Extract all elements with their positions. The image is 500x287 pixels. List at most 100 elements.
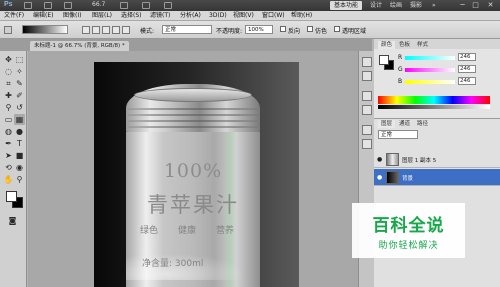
gray-ramp[interactable]	[378, 105, 490, 109]
tab-color[interactable]: 颜色	[378, 41, 396, 49]
bridge-icon[interactable]	[24, 2, 32, 9]
crop-tool-icon[interactable]: ⌗	[3, 78, 14, 89]
brush-panel-icon[interactable]	[362, 91, 372, 101]
eraser-tool-icon[interactable]: ▭	[3, 114, 14, 125]
transparency-checkbox[interactable]	[334, 26, 340, 32]
layer-row-selected[interactable]: ● 背景	[374, 169, 500, 186]
workspace-essentials[interactable]: 基本功能	[330, 1, 363, 10]
menu-filter[interactable]: 滤镜(T)	[150, 12, 170, 20]
channel-b-label: B	[398, 78, 403, 85]
channel-r-slider[interactable]	[405, 56, 455, 60]
workspace-more[interactable]: »	[428, 1, 440, 10]
menu-3d[interactable]: 3D(D)	[209, 12, 227, 20]
visibility-eye-icon[interactable]: ●	[377, 174, 382, 181]
tab-channels[interactable]: 通道	[396, 120, 413, 128]
tool-preset-icon[interactable]	[4, 26, 12, 34]
zoom-tool-icon[interactable]: ⚲	[14, 174, 25, 185]
gradient-tool-icon[interactable]: ▦	[14, 114, 25, 125]
screen-mode-icon[interactable]	[164, 2, 172, 9]
gradient-picker[interactable]	[22, 25, 68, 34]
title-bar: Ps 66.7 基本功能 设计 绘画 摄影 » ─ □ ✕	[0, 0, 500, 11]
channel-g-value[interactable]: 246	[458, 65, 476, 73]
clone-stamp-icon[interactable]: ⚲	[3, 102, 14, 113]
zoom-level[interactable]: 66.7	[92, 1, 105, 8]
history-brush-icon[interactable]: ↺	[14, 102, 25, 113]
menu-help[interactable]: 帮助(H)	[291, 12, 312, 20]
angle-gradient-icon[interactable]	[102, 26, 110, 34]
can-label-name: 青苹果汁	[147, 193, 239, 217]
canvas-area[interactable]: 100% 青苹果汁 绿色 健康 营养 净含量: 300ml	[28, 51, 372, 287]
healing-brush-icon[interactable]: ✚	[3, 90, 14, 101]
reflected-gradient-icon[interactable]	[112, 26, 120, 34]
dodge-tool-icon[interactable]: ●	[14, 126, 25, 137]
channel-r-label: R	[398, 54, 403, 61]
close-icon[interactable]: ✕	[486, 1, 495, 10]
linear-gradient-icon[interactable]	[82, 26, 90, 34]
hand-tool-icon[interactable]: ✋	[3, 174, 14, 185]
path-selection-icon[interactable]: ➤	[3, 150, 14, 161]
foreground-color-swatch[interactable]	[6, 191, 17, 202]
move-tool-icon[interactable]: ✥	[3, 54, 14, 65]
reverse-checkbox[interactable]	[280, 26, 286, 32]
tab-swatches[interactable]: 色板	[396, 41, 413, 49]
blur-tool-icon[interactable]: ◍	[3, 126, 14, 137]
menu-select[interactable]: 选择(S)	[121, 12, 142, 20]
can-label-percent: 100%	[163, 160, 223, 182]
opacity-input[interactable]: 100%	[245, 25, 273, 34]
menu-analysis[interactable]: 分析(A)	[180, 12, 201, 20]
minimize-icon[interactable]: ─	[458, 1, 467, 10]
diamond-gradient-icon[interactable]	[122, 26, 130, 34]
channel-g-slider[interactable]	[405, 68, 455, 72]
layer-name: 背景	[402, 176, 414, 182]
color-spectrum[interactable]	[378, 96, 490, 104]
tab-styles[interactable]: 样式	[414, 41, 431, 49]
menu-layer[interactable]: 图层(L)	[92, 12, 112, 20]
mini-bridge-icon[interactable]	[44, 2, 52, 9]
menu-edit[interactable]: 编辑(E)	[33, 12, 53, 20]
document-canvas[interactable]: 100% 青苹果汁 绿色 健康 营养 净含量: 300ml	[94, 62, 299, 287]
dither-checkbox[interactable]	[307, 26, 313, 32]
blend-mode-select[interactable]: 正常	[378, 130, 418, 139]
menu-file[interactable]: 文件(F)	[4, 12, 24, 20]
quick-mask-icon[interactable]: ◙	[7, 215, 18, 226]
layer-row[interactable]: ● 图层 1 副本 5	[374, 151, 500, 168]
type-tool-icon[interactable]: T	[14, 138, 25, 149]
character-panel-icon[interactable]	[362, 125, 372, 135]
workspace-photography[interactable]: 摄影	[406, 1, 426, 10]
foreground-color-swatch[interactable]	[379, 55, 389, 65]
maximize-icon[interactable]: □	[471, 1, 480, 10]
workspace-painting[interactable]: 绘画	[386, 1, 406, 10]
history-panel-icon[interactable]	[362, 57, 372, 67]
tab-layers[interactable]: 图层	[378, 120, 396, 128]
actions-panel-icon[interactable]	[362, 71, 372, 81]
channel-b-slider[interactable]	[405, 80, 455, 84]
menu-image[interactable]: 图像(I)	[63, 12, 81, 20]
tab-paths[interactable]: 路径	[414, 120, 431, 128]
lasso-tool-icon[interactable]: ◌	[3, 66, 14, 77]
document-tab-bar: 未标题-1 @ 66.7% (背景, RGB/8) *	[0, 39, 372, 51]
3d-rotate-icon[interactable]: ⟲	[3, 162, 14, 173]
brush-tool-icon[interactable]: ✐	[14, 90, 25, 101]
channel-r-value[interactable]: 246	[458, 53, 476, 61]
shape-tool-icon[interactable]: ■	[14, 150, 25, 161]
workspace-design[interactable]: 设计	[366, 1, 386, 10]
magic-wand-tool-icon[interactable]: ✧	[14, 66, 25, 77]
eyedropper-tool-icon[interactable]: ✎	[14, 78, 25, 89]
channel-b-value[interactable]: 246	[458, 77, 476, 85]
photoshop-logo: Ps	[4, 1, 13, 8]
visibility-eye-icon[interactable]: ●	[377, 156, 382, 163]
3d-camera-icon[interactable]: ◉	[14, 162, 25, 173]
menu-window[interactable]: 窗口(W)	[262, 12, 285, 20]
can-label-tag: 绿色	[140, 226, 159, 236]
pen-tool-icon[interactable]: ✒	[3, 138, 14, 149]
radial-gradient-icon[interactable]	[92, 26, 100, 34]
arrange-documents-icon[interactable]	[142, 2, 150, 9]
document-tab[interactable]: 未标题-1 @ 66.7% (背景, RGB/8) *	[30, 41, 129, 51]
marquee-tool-icon[interactable]: ⬚	[14, 54, 25, 65]
hand-tool-icon[interactable]	[120, 2, 128, 9]
mode-select[interactable]: 正常	[162, 25, 212, 34]
menu-view[interactable]: 视图(V)	[233, 12, 254, 20]
clone-source-panel-icon[interactable]	[362, 105, 372, 115]
view-extras-icon[interactable]	[64, 2, 72, 9]
paragraph-panel-icon[interactable]	[362, 139, 372, 149]
